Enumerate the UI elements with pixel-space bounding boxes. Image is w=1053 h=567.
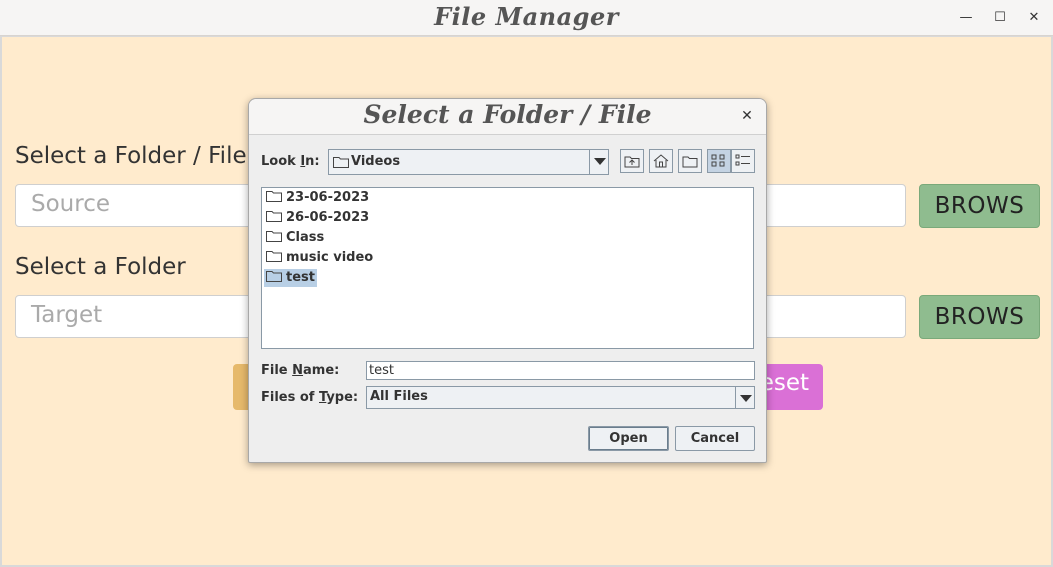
list-item[interactable]: 23-06-2023 (264, 189, 371, 207)
folder-icon (333, 157, 349, 168)
details-view-button[interactable] (731, 149, 755, 173)
list-view-button[interactable] (707, 149, 731, 173)
list-item[interactable]: 26-06-2023 (264, 209, 371, 227)
file-name-label: File Name: (261, 363, 340, 378)
source-browse-button[interactable]: BROWS (919, 184, 1040, 228)
files-of-type-combo[interactable]: All Files (366, 386, 755, 409)
list-item-label: test (286, 270, 315, 285)
maximize-icon[interactable]: ☐ (990, 8, 1010, 28)
details-view-icon (735, 154, 750, 166)
files-of-type-label: Files of Type: (261, 390, 359, 405)
look-in-label: Look In: (261, 154, 320, 169)
open-button[interactable]: Open (588, 426, 669, 451)
minimize-icon[interactable]: — (956, 8, 976, 28)
list-item-label: Class (286, 230, 325, 245)
list-item-selected[interactable]: test (264, 269, 317, 287)
home-button[interactable] (649, 149, 673, 173)
new-folder-button[interactable] (678, 149, 702, 173)
list-item-label: 23-06-2023 (286, 190, 370, 205)
reset-button-label: eset (759, 370, 809, 396)
folder-icon (266, 231, 282, 242)
folder-icon (266, 271, 282, 282)
target-browse-button[interactable]: BROWS (919, 295, 1040, 339)
dialog-title: Select a Folder / File (363, 100, 652, 129)
look-in-value: Videos (351, 154, 401, 169)
chevron-down-icon[interactable] (735, 387, 754, 408)
close-icon[interactable]: ✕ (1024, 8, 1044, 28)
dialog-title-bar: Select a Folder / File ✕ (249, 99, 766, 135)
file-name-input[interactable]: test (366, 361, 755, 380)
list-item[interactable]: Class (264, 229, 326, 247)
folder-icon (266, 191, 282, 202)
cancel-button[interactable]: Cancel (675, 426, 755, 451)
source-label: Select a Folder / File (15, 143, 247, 169)
look-in-combo[interactable]: Videos (328, 149, 609, 175)
dialog-close-icon[interactable]: ✕ (738, 107, 756, 125)
title-bar: File Manager — ☐ ✕ (0, 0, 1053, 36)
folder-icon (266, 211, 282, 222)
chevron-down-icon[interactable] (589, 150, 608, 174)
file-list[interactable]: 23-06-2023 26-06-2023 Class music video … (261, 187, 754, 349)
files-of-type-value: All Files (370, 389, 428, 404)
list-item[interactable]: music video (264, 249, 375, 267)
new-folder-icon (682, 156, 698, 168)
list-view-icon (711, 154, 725, 167)
folder-icon (266, 251, 282, 262)
up-folder-icon (624, 156, 640, 168)
target-label: Select a Folder (15, 254, 186, 280)
list-item-label: 26-06-2023 (286, 210, 370, 225)
home-icon (653, 154, 669, 168)
window-title: File Manager (434, 2, 619, 31)
up-folder-button[interactable] (620, 149, 644, 173)
file-chooser-dialog: Select a Folder / File ✕ Look In: Videos (248, 98, 767, 463)
list-item-label: music video (286, 250, 374, 265)
